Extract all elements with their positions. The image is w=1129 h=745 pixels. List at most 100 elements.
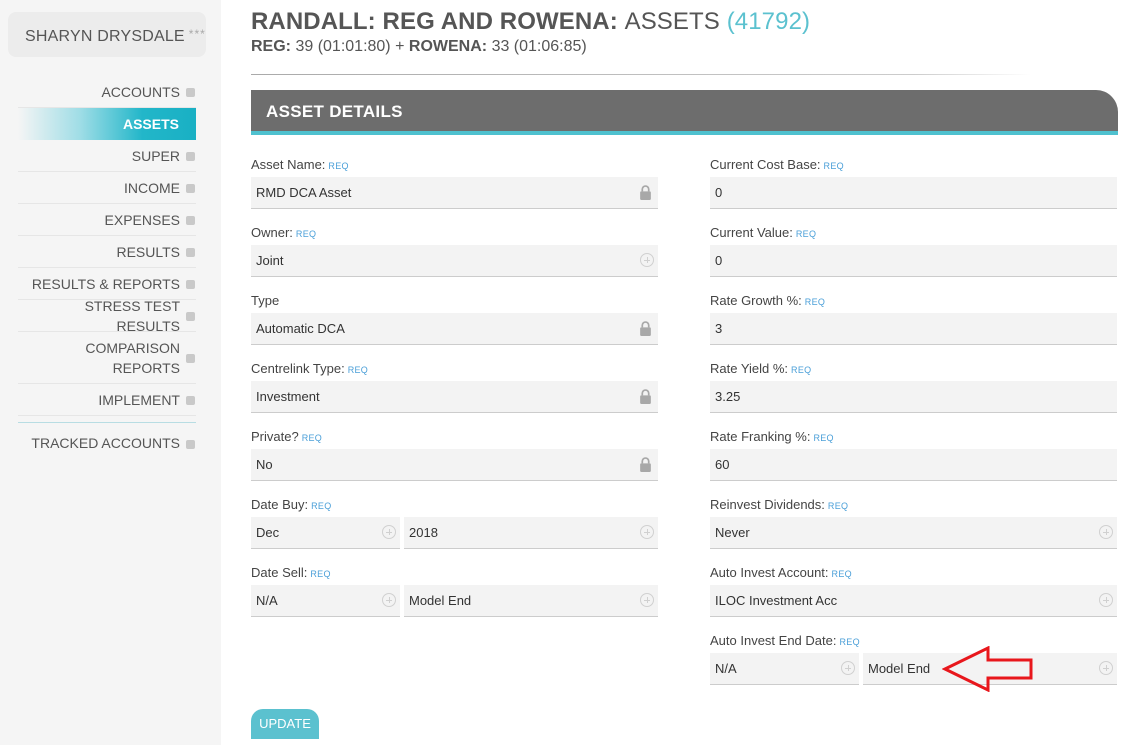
- plus-separator: +: [395, 38, 405, 55]
- rate-growth-label: Rate Growth %: REQ: [710, 293, 825, 308]
- sidebar-item-stress-test-results[interactable]: STRESS TEST RESULTS: [18, 298, 196, 334]
- cost-base-input[interactable]: 0: [710, 177, 1117, 209]
- rate-yield-value: 3.25: [715, 389, 741, 404]
- auto-invest-end-second-value: Model End: [868, 661, 931, 676]
- auto-invest-end-first-select[interactable]: N/A: [710, 653, 859, 685]
- square-bullet-icon: [186, 354, 195, 363]
- square-bullet-icon: [186, 88, 195, 97]
- date-sell-second-value: Model End: [409, 593, 472, 608]
- cost-base-label: Current Cost Base: REQ: [710, 157, 844, 172]
- label-text: Rate Growth %:: [710, 293, 802, 308]
- sidebar-item-accounts[interactable]: ACCOUNTS: [18, 76, 196, 108]
- private-value: No: [256, 457, 273, 472]
- rate-growth-input[interactable]: 3: [710, 313, 1117, 345]
- type-field[interactable]: Automatic DCA: [251, 313, 658, 345]
- plus-circle-icon: [640, 525, 654, 539]
- label-text: Rate Yield %:: [710, 361, 789, 376]
- req-marker: REQ: [301, 433, 323, 443]
- lock-icon: [640, 321, 651, 336]
- client-ages: REG: 39 (01:01:80) + ROWENA: 33 (01:06:8…: [251, 38, 587, 56]
- plus-circle-icon: [1099, 593, 1113, 607]
- current-value-value: 0: [715, 253, 723, 268]
- sidebar-item-label: RESULTS: [116, 243, 180, 260]
- label-text: Date Buy:: [251, 497, 309, 512]
- owner-value: Joint: [256, 253, 284, 268]
- centrelink-type-field[interactable]: Investment: [251, 381, 658, 413]
- owner-label: Owner: REQ: [251, 225, 316, 240]
- current-value-input[interactable]: 0: [710, 245, 1117, 277]
- reinvest-dividends-select[interactable]: Never: [710, 517, 1117, 549]
- auto-invest-account-select[interactable]: ILOC Investment Acc: [710, 585, 1117, 617]
- partner1-info: 39 (01:01:80): [295, 38, 391, 55]
- label-text: Auto Invest Account:: [710, 565, 829, 580]
- square-bullet-icon: [186, 439, 195, 449]
- user-name-box[interactable]: SHARYN DRYSDALE ***: [8, 12, 206, 57]
- sidebar-item-implement[interactable]: IMPLEMENT: [18, 384, 196, 416]
- asset-name-value: RMD DCA Asset: [256, 185, 352, 200]
- auto-invest-end-first-value: N/A: [715, 661, 737, 676]
- asset-name-field[interactable]: RMD DCA Asset: [251, 177, 658, 209]
- req-marker: REQ: [839, 637, 860, 647]
- square-bullet-icon: [186, 280, 195, 289]
- label-text: Asset Name:: [251, 157, 326, 172]
- sidebar-item-comparison-reports[interactable]: COMPARISON REPORTS: [18, 332, 196, 384]
- label-text: Centrelink Type:: [251, 361, 345, 376]
- title-divider: [251, 74, 1031, 75]
- sidebar-item-label: SUPER: [131, 147, 180, 164]
- date-buy-year-select[interactable]: 2018: [404, 517, 658, 549]
- square-bullet-icon: [186, 248, 195, 257]
- auto-invest-account-label: Auto Invest Account: REQ: [710, 565, 852, 580]
- partner1-name: REG:: [251, 38, 291, 55]
- req-marker: REQ: [813, 433, 834, 443]
- date-buy-month-value: Dec: [256, 525, 280, 540]
- label-text: Current Cost Base:: [710, 157, 821, 172]
- panel-title: ASSET DETAILS: [251, 90, 1118, 135]
- label-text: Date Sell:: [251, 565, 308, 580]
- square-bullet-icon: [186, 396, 195, 405]
- private-label: Private? REQ: [251, 429, 322, 444]
- sidebar-item-label: STRESS TEST RESULTS: [84, 297, 180, 334]
- label-text: Reinvest Dividends:: [710, 497, 825, 512]
- label-text: Current Value:: [710, 225, 793, 240]
- sidebar-item-tracked-accounts[interactable]: TRACKED ACCOUNTS: [18, 423, 196, 463]
- sidebar-item-results[interactable]: RESULTS: [18, 236, 196, 268]
- cost-base-value: 0: [715, 185, 723, 200]
- sidebar-item-income[interactable]: INCOME: [18, 172, 196, 204]
- rate-franking-label: Rate Franking %: REQ: [710, 429, 834, 444]
- square-bullet-icon: [186, 216, 195, 225]
- sidebar: SHARYN DRYSDALE *** ACCOUNTS ASSETS SUPER…: [0, 0, 221, 745]
- req-marker: REQ: [310, 569, 331, 579]
- rate-growth-value: 3: [715, 321, 723, 336]
- reinvest-dividends-label: Reinvest Dividends: REQ: [710, 497, 848, 512]
- date-sell-first-select[interactable]: N/A: [251, 585, 400, 617]
- plus-circle-icon: [1099, 525, 1113, 539]
- sidebar-item-expenses[interactable]: EXPENSES: [18, 204, 196, 236]
- date-buy-month-select[interactable]: Dec: [251, 517, 400, 549]
- req-marker: REQ: [295, 229, 317, 239]
- red-arrow-annotation-icon: [942, 646, 1033, 692]
- client-names: RANDALL: REG AND ROWENA:: [251, 8, 618, 35]
- plus-circle-icon: [382, 593, 396, 607]
- update-button[interactable]: UPDATE: [251, 709, 319, 739]
- req-marker: REQ: [347, 365, 369, 375]
- sidebar-item-assets[interactable]: ASSETS: [18, 108, 196, 140]
- rate-franking-input[interactable]: 60: [710, 449, 1117, 481]
- owner-select[interactable]: Joint: [251, 245, 658, 277]
- req-marker: REQ: [311, 501, 332, 511]
- req-marker: REQ: [328, 161, 349, 171]
- sidebar-item-label: EXPENSES: [104, 211, 180, 228]
- rate-yield-input[interactable]: 3.25: [710, 381, 1117, 413]
- sidebar-item-label: COMPARISON REPORTS: [85, 339, 180, 376]
- label-text: Auto Invest End Date:: [710, 633, 837, 648]
- rate-franking-value: 60: [715, 457, 730, 472]
- sidebar-item-label: IMPLEMENT: [98, 391, 180, 408]
- user-stars: ***: [188, 27, 206, 41]
- page-title: RANDALL: REG AND ROWENA: ASSETS (41792): [251, 8, 810, 36]
- sidebar-item-super[interactable]: SUPER: [18, 140, 196, 172]
- square-bullet-icon: [186, 312, 195, 321]
- section-name: ASSETS: [624, 8, 720, 35]
- date-sell-second-select[interactable]: Model End: [404, 585, 658, 617]
- type-label: Type: [251, 293, 279, 308]
- private-field[interactable]: No: [251, 449, 658, 481]
- date-buy-label: Date Buy: REQ: [251, 497, 332, 512]
